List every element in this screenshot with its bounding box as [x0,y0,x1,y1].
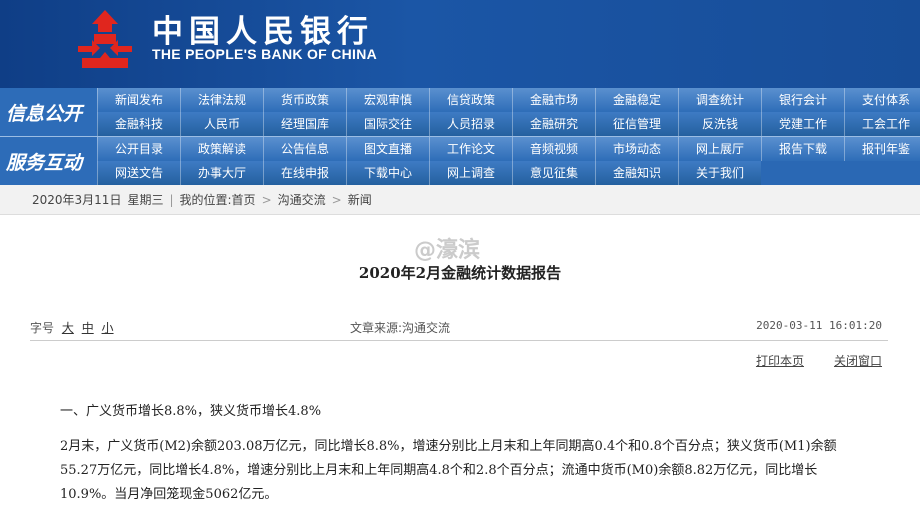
breadcrumb: 2020年3月11日 星期三 | 我的位置:首页 > 沟通交流 > 新闻 [32,185,372,215]
watermark-text: @濠滨 [414,238,481,263]
nav-item[interactable]: 人员招录 [429,112,512,136]
nav-item[interactable]: 宏观审慎 [346,88,429,112]
nav-item[interactable]: 网上调查 [429,161,512,185]
nav-item[interactable]: 征信管理 [595,112,678,136]
nav-item[interactable]: 调查统计 [678,88,761,112]
breadcrumb-divider: | [169,193,174,207]
nav-item[interactable]: 金融稳定 [595,88,678,112]
nav-item[interactable]: 办事大厅 [180,161,263,185]
nav-section-info-public: 信息公开 [0,88,97,136]
nav-row-4: 网送文告 办事大厅 在线申报 下载中心 网上调查 意见征集 金融知识 关于我们 [97,161,761,185]
nav-item[interactable]: 政策解读 [180,137,263,161]
nav-item[interactable]: 党建工作 [761,112,844,136]
current-date: 2020年3月11日 [32,193,122,207]
nav-item[interactable]: 反洗钱 [678,112,761,136]
nav-item[interactable]: 金融科技 [97,112,180,136]
nav-item[interactable]: 意见征集 [512,161,595,185]
nav-item[interactable]: 网送文告 [97,161,180,185]
font-size-large-link[interactable]: 大 [62,321,74,335]
nav-item[interactable]: 支付体系 [844,88,920,112]
nav-item[interactable]: 经理国库 [263,112,346,136]
article-timestamp: 2020-03-11 16:01:20 [756,319,882,332]
nav-item[interactable]: 公开目录 [97,137,180,161]
article-paragraph: 2月末，广义货币(M2)余额203.08万亿元，同比增长8.8%，增速分别比上月… [60,435,870,507]
logo-chinese-text: 中国人民银行 [152,14,374,50]
breadcrumb-separator: > [261,193,272,207]
font-size-small-link[interactable]: 小 [102,321,114,335]
nav-item[interactable]: 国际交往 [346,112,429,136]
breadcrumb-link-communication[interactable]: 沟通交流 [278,185,326,215]
nav-item[interactable]: 公告信息 [263,137,346,161]
article-source: 文章来源:沟通交流 [350,321,451,335]
font-size-label: 字号 [30,321,55,335]
logo-english-text: THE PEOPLE'S BANK OF CHINA [152,46,378,62]
font-size-selector: 字号 大 中 小 [30,319,114,336]
breadcrumb-bar: 2020年3月11日 星期三 | 我的位置:首页 > 沟通交流 > 新闻 [0,185,920,215]
nav-item[interactable]: 下载中心 [346,161,429,185]
nav-item[interactable]: 报刊年鉴 [844,137,920,161]
nav-item[interactable]: 音频视频 [512,137,595,161]
print-page-link[interactable]: 打印本页 [756,352,804,369]
nav-item[interactable]: 关于我们 [678,161,761,185]
breadcrumb-separator: > [331,193,342,207]
nav-item[interactable]: 法律法规 [180,88,263,112]
nav-item[interactable]: 金融知识 [595,161,678,185]
nav-item[interactable]: 金融市场 [512,88,595,112]
nav-grid: 新闻发布 法律法规 货币政策 宏观审慎 信贷政策 金融市场 金融稳定 调查统计 … [97,88,920,185]
section-heading: 一、广义货币增长8.8%，狭义货币增长4.8% [60,404,322,419]
nav-row-1: 新闻发布 法律法规 货币政策 宏观审慎 信贷政策 金融市场 金融稳定 调查统计 … [97,88,920,112]
site-header: 中国人民银行 THE PEOPLE'S BANK OF CHINA [0,0,920,88]
nav-item[interactable]: 金融研究 [512,112,595,136]
nav-item[interactable]: 新闻发布 [97,88,180,112]
breadcrumb-home-link[interactable]: 我的位置:首页 [180,185,256,215]
nav-row-3: 公开目录 政策解读 公告信息 图文直播 工作论文 音频视频 市场动态 网上展厅 … [97,137,920,161]
article-meta: 字号 大 中 小 文章来源:沟通交流 2020-03-11 16:01:20 [30,316,888,338]
main-navigation: 信息公开 服务互动 新闻发布 法律法规 货币政策 宏观审慎 信贷政策 金融市场 … [0,88,920,185]
nav-item[interactable]: 人民币 [180,112,263,136]
paragraph-text: 2月末，广义货币(M2)余额203.08万亿元，同比增长8.8%，增速分别比上月… [60,439,837,502]
nav-item[interactable]: 在线申报 [263,161,346,185]
nav-item[interactable]: 工作论文 [429,137,512,161]
nav-item[interactable]: 网上展厅 [678,137,761,161]
breadcrumb-link-news[interactable]: 新闻 [348,185,372,215]
article-actions: 打印本页 关闭窗口 [756,352,882,369]
nav-item[interactable]: 工会工作 [844,112,920,136]
font-size-medium-link[interactable]: 中 [82,321,94,335]
article-title: 2020年2月金融统计数据报告 [358,264,562,282]
close-window-link[interactable]: 关闭窗口 [834,352,882,369]
nav-row-2: 金融科技 人民币 经理国库 国际交往 人员招录 金融研究 征信管理 反洗钱 党建… [97,112,920,136]
meta-divider [30,340,888,341]
nav-item[interactable]: 银行会计 [761,88,844,112]
nav-section-service-interaction: 服务互动 [0,137,97,185]
nav-item[interactable]: 信贷政策 [429,88,512,112]
nav-item[interactable]: 图文直播 [346,137,429,161]
current-weekday: 星期三 [127,193,164,207]
nav-item[interactable]: 报告下载 [761,137,844,161]
nav-item[interactable]: 货币政策 [263,88,346,112]
nav-item[interactable]: 市场动态 [595,137,678,161]
pboc-logo-icon[interactable] [72,8,138,74]
